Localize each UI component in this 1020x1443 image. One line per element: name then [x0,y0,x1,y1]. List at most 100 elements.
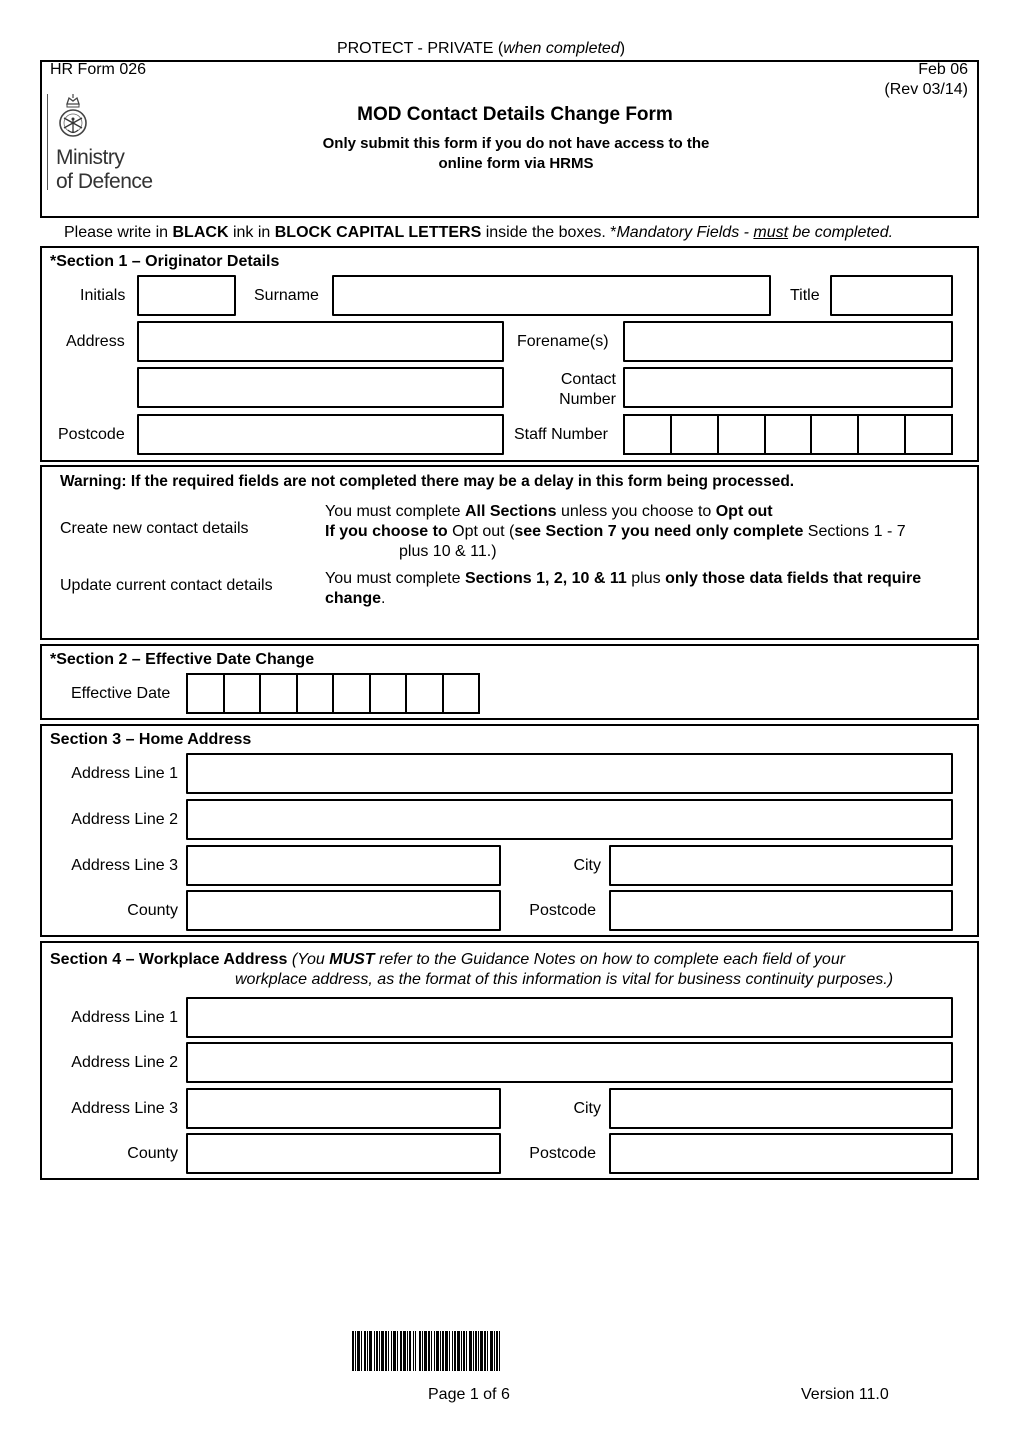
barcode-bar [403,1331,406,1371]
staff-number-cell[interactable] [859,416,907,453]
address-input-1[interactable] [137,321,504,362]
surname-label: Surname [254,287,319,304]
effective-date-input[interactable] [186,673,480,714]
work-address-line-3-label: Address Line 3 [71,1100,178,1117]
create-new-instructions: You must complete All Sections unless yo… [325,503,906,560]
update-current-label: Update current contact details [60,577,273,594]
form-subtitle-2: online form via HRMS [438,155,594,172]
barcode-bar [355,1331,356,1371]
barcode-bar [469,1331,472,1371]
home-city-input[interactable] [609,845,953,886]
title-input[interactable] [830,275,953,316]
staff-number-cell[interactable] [812,416,860,453]
barcode-bar [461,1331,462,1371]
staff-number-cell[interactable] [906,416,951,453]
home-address-line-2-input[interactable] [186,799,953,840]
barcode-bar [419,1331,421,1371]
work-address-line-3-input[interactable] [186,1088,501,1129]
staff-number-cell[interactable] [766,416,813,453]
work-address-line-1-input[interactable] [186,997,953,1038]
version-number: Version 11.0 [801,1386,889,1403]
barcode-bar [499,1331,500,1371]
effective-date-cell[interactable] [371,675,407,712]
staff-number-input[interactable] [623,414,953,455]
staff-number-cell[interactable] [672,416,719,453]
barcode-bar [475,1331,477,1371]
barcode-bar [388,1331,389,1371]
barcode-bar [440,1331,441,1371]
effective-date-cell[interactable] [407,675,444,712]
barcode-bar [434,1331,435,1371]
barcode-bar [379,1331,380,1371]
home-postcode-label: Postcode [529,902,596,919]
form-number: HR Form 026 [50,61,147,78]
home-address-line-3-input[interactable] [186,845,501,886]
barcode-bar [361,1331,362,1371]
form-date: Feb 06 [918,61,968,78]
postcode-input[interactable] [137,414,504,455]
staff-number-cell[interactable] [719,416,766,453]
work-county-label: County [127,1145,178,1162]
barcode-bar [496,1331,498,1371]
barcode-bar [442,1331,444,1371]
barcode-bar [454,1331,456,1371]
effective-date-cell[interactable] [188,675,225,712]
work-postcode-input[interactable] [609,1133,953,1174]
home-address-line-1-label: Address Line 1 [71,765,178,782]
home-address-line-1-input[interactable] [186,753,953,794]
barcode-icon [352,1331,500,1371]
barcode-bar [409,1331,411,1371]
barcode-bar [357,1331,360,1371]
create-new-label: Create new contact details [60,520,249,537]
work-city-input[interactable] [609,1088,953,1129]
forenames-input[interactable] [623,321,953,362]
form-title: MOD Contact Details Change Form [357,104,673,125]
home-county-input[interactable] [186,890,501,931]
barcode-bar [428,1331,430,1371]
barcode-bar [376,1331,378,1371]
effective-date-cell[interactable] [261,675,298,712]
barcode-bar [466,1331,467,1371]
effective-date-cell[interactable] [334,675,371,712]
classification-text: PROTECT - PRIVATE [336,40,494,57]
effective-date-cell[interactable] [444,675,479,712]
work-address-line-2-label: Address Line 2 [71,1054,178,1071]
barcode-bar [364,1331,366,1371]
work-county-input[interactable] [186,1133,501,1174]
contact-number-input[interactable] [623,367,953,408]
barcode-bar [385,1331,387,1371]
barcode-bar [374,1331,375,1371]
initials-label: Initials [80,287,126,304]
initials-input[interactable] [137,275,236,316]
form-subtitle-1: Only submit this form if you do not have… [322,135,710,152]
warning-heading: Warning: If the required fields are not … [60,473,795,490]
work-postcode-label: Postcode [529,1145,596,1162]
barcode-bar [393,1331,396,1371]
section-4-note-line-2: workplace address, as the format of this… [235,971,894,988]
staff-number-cell[interactable] [625,416,672,453]
barcode-bar [436,1331,439,1371]
address-input-2[interactable] [137,367,504,408]
home-postcode-input[interactable] [609,890,953,931]
effective-date-cell[interactable] [225,675,261,712]
forenames-label: Forename(s) [517,333,609,350]
barcode-bar [381,1331,384,1371]
barcode-bar [391,1331,392,1371]
surname-input[interactable] [332,275,771,316]
form-revision: (Rev 03/14) [884,81,968,98]
section-1-title: *Section 1 – Originator Details [50,253,280,270]
section-2-title: *Section 2 – Effective Date Change [50,651,315,668]
barcode-bar [369,1331,372,1371]
work-city-label: City [573,1100,601,1117]
barcode-bar [367,1331,368,1371]
barcode-bar [494,1331,495,1371]
home-address-line-3-label: Address Line 3 [71,857,178,874]
page-number: Page 1 of 6 [428,1386,510,1403]
work-address-line-2-input[interactable] [186,1042,953,1083]
barcode-bar [424,1331,427,1371]
staff-number-label: Staff Number [514,426,608,443]
effective-date-cell[interactable] [298,675,334,712]
barcode-bar [422,1331,423,1371]
effective-date-label: Effective Date [71,685,171,702]
barcode-bar [457,1331,460,1371]
